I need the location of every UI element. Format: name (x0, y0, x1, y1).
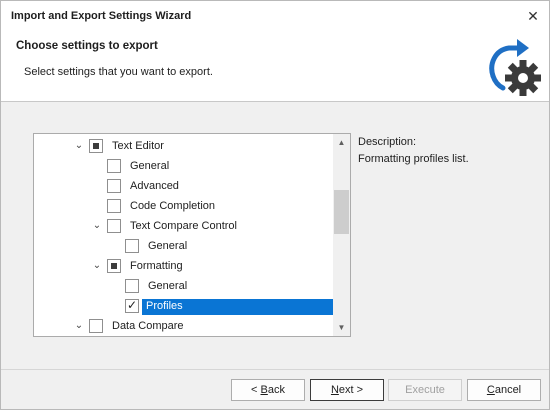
tree-item-advanced[interactable]: Advanced (34, 176, 334, 196)
cancel-button-mnemonic: C (486, 384, 495, 396)
expand-chevron-icon[interactable]: ⌄ (91, 220, 103, 232)
tree-item-text-compare-control[interactable]: ⌄ Text Compare Control (34, 216, 334, 236)
window-title: Import and Export Settings Wizard (11, 10, 192, 22)
tree-checkbox[interactable] (107, 199, 121, 213)
tree-item-label: General (148, 280, 188, 292)
export-settings-gear-icon (489, 39, 541, 96)
page-title: Choose settings to export (16, 40, 158, 52)
tree-checkbox[interactable] (107, 259, 121, 273)
tree-checkbox[interactable] (89, 139, 103, 153)
tree-checkbox[interactable] (89, 319, 103, 333)
tree-item-label: General (148, 240, 188, 252)
tree-item-label: General (130, 160, 170, 172)
execute-button[interactable]: Execute (388, 379, 462, 401)
tree-item-label: Text Compare Control (130, 220, 237, 232)
settings-tree[interactable]: ⌄ Text Editor General Advanced Code Comp… (33, 133, 351, 337)
description-label: Description: (358, 136, 417, 148)
page-description: Select settings that you want to export. (24, 66, 213, 78)
next-button[interactable]: Next > (310, 379, 384, 401)
scroll-down-icon[interactable]: ▼ (333, 319, 350, 336)
tree-item-label: Profiles (142, 299, 333, 315)
tree-checkbox[interactable] (125, 239, 139, 253)
cancel-button-rest: ancel (494, 384, 522, 396)
tree-item-label: Formatting (130, 260, 183, 272)
back-button-mnemonic: B (260, 384, 268, 396)
tree-checkbox[interactable] (107, 179, 121, 193)
back-button[interactable]: < Back (231, 379, 305, 401)
wizard-window: Import and Export Settings Wizard ✕ Choo… (0, 0, 550, 410)
tree-item-label: Advanced (130, 180, 179, 192)
expand-chevron-icon[interactable]: ⌄ (91, 260, 103, 272)
next-button-rest: ext > (338, 384, 364, 396)
cancel-button[interactable]: Cancel (467, 379, 541, 401)
next-button-mnemonic: N (330, 384, 339, 396)
tree-item-text-editor[interactable]: ⌄ Text Editor (34, 136, 334, 156)
close-icon[interactable]: ✕ (525, 8, 541, 24)
expand-chevron-icon[interactable]: ⌄ (73, 140, 85, 152)
back-button-rest: ack (267, 384, 285, 396)
tree-item-label: Code Completion (130, 200, 215, 212)
wizard-footer: < Back Next > Execute Cancel (1, 369, 549, 409)
tree-item-data-compare[interactable]: ⌄ Data Compare (34, 316, 334, 336)
execute-button-label: Execute (405, 384, 445, 396)
tree-checkbox[interactable] (107, 159, 121, 173)
tree-checkbox[interactable] (125, 279, 139, 293)
tree-checkbox[interactable] (125, 298, 139, 313)
scroll-up-icon[interactable]: ▲ (333, 134, 350, 151)
tree-item-general[interactable]: General (34, 276, 334, 296)
tree-item-formatting[interactable]: ⌄ Formatting (34, 256, 334, 276)
tree-item-general[interactable]: General (34, 156, 334, 176)
title-bar: Import and Export Settings Wizard ✕ (1, 1, 549, 31)
tree-item-profiles[interactable]: Profiles (34, 296, 334, 316)
expand-chevron-icon[interactable]: ⌄ (73, 320, 85, 332)
tree-item-code-completion[interactable]: Code Completion (34, 196, 334, 216)
tree-scrollbar[interactable]: ▲ ▼ (333, 134, 350, 336)
tree-checkbox[interactable] (107, 219, 121, 233)
tree-item-label: Data Compare (112, 320, 184, 332)
tree-item-general[interactable]: General (34, 236, 334, 256)
tree-item-label: Text Editor (112, 140, 164, 152)
wizard-header: Choose settings to export Select setting… (1, 31, 549, 102)
back-button-prefix: < (251, 384, 261, 396)
scroll-thumb[interactable] (334, 190, 349, 234)
description-text: Formatting profiles list. (358, 153, 469, 165)
